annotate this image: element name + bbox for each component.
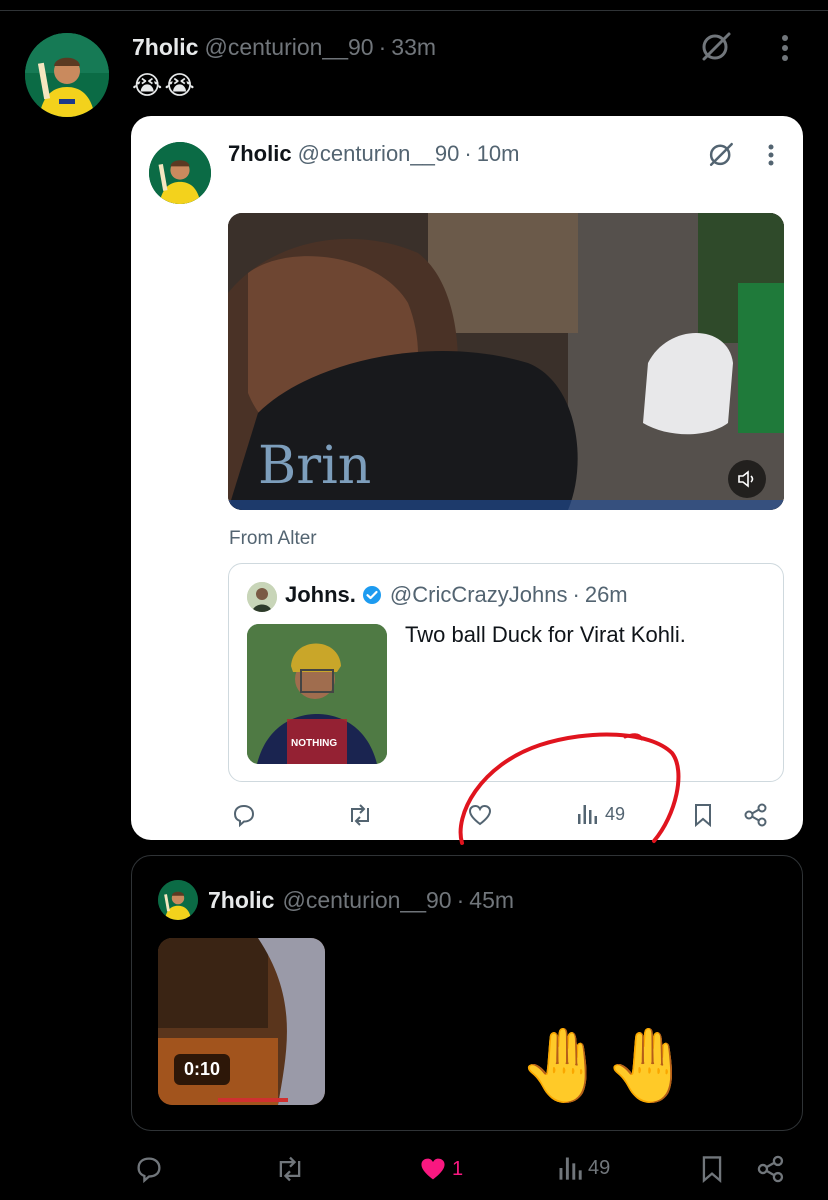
svg-text:Brin: Brin	[258, 436, 371, 496]
embedded-tweet-text: Two ball Duck for Virat Kohli.	[405, 622, 686, 647]
separator-dot: ·	[456, 887, 465, 913]
video-player[interactable]: Brin	[228, 213, 784, 510]
views-button[interactable]: 49	[556, 1154, 610, 1182]
volume-icon[interactable]	[728, 460, 766, 498]
author-name[interactable]: 7holic	[208, 887, 274, 914]
embedded-header: Johns. @CricCrazyJohns · 26m	[285, 582, 628, 608]
author-handle[interactable]: @centurion__90	[298, 141, 460, 167]
more-options-icon[interactable]	[770, 30, 800, 66]
top-divider	[0, 10, 828, 11]
embedded-quote-card[interactable]: Johns. @CricCrazyJohns · 26m NOTHING Two…	[228, 563, 784, 782]
share-icon	[744, 803, 767, 827]
repost-icon	[279, 1156, 301, 1182]
heart-icon	[468, 804, 492, 826]
quote-action-bar: 49	[131, 798, 803, 834]
avatar[interactable]	[247, 582, 277, 612]
timestamp[interactable]: 33m	[391, 34, 436, 61]
separator-dot: ·	[572, 582, 580, 607]
repost-button[interactable]	[274, 1154, 306, 1184]
views-button[interactable]: 49	[575, 802, 625, 826]
heart-filled-icon	[421, 1158, 445, 1180]
timestamp[interactable]: 26m	[585, 582, 628, 608]
reply-icon	[233, 804, 255, 828]
avatar[interactable]	[25, 33, 109, 117]
views-count: 49	[588, 1156, 611, 1179]
author-handle[interactable]: @CricCrazyJohns	[390, 582, 568, 608]
views-count: 49	[605, 803, 626, 824]
separator-dot: ·	[378, 34, 387, 60]
video-thumbnail[interactable]: 0:10	[158, 938, 325, 1105]
embedded-media-thumbnail[interactable]: NOTHING	[247, 624, 387, 764]
bookmark-icon	[695, 804, 711, 828]
views-icon	[559, 1157, 582, 1180]
like-count: 1	[452, 1157, 464, 1180]
separator-dot: ·	[464, 141, 472, 166]
bookmark-icon	[702, 1156, 722, 1184]
author-name[interactable]: 7holic	[228, 141, 292, 167]
share-button[interactable]	[743, 802, 769, 828]
reply-icon	[137, 1157, 161, 1184]
timestamp[interactable]: 10m	[477, 141, 520, 167]
avatar[interactable]	[158, 880, 198, 920]
tweet-action-bar: 1 49	[0, 1150, 828, 1190]
author-handle[interactable]: @centurion__90	[282, 887, 451, 914]
reply-button[interactable]	[231, 802, 257, 828]
quoted-tweet-card-2[interactable]: 7holic @centurion__90 · 45m 0:10 🤚🤚	[131, 855, 803, 1131]
repost-button[interactable]	[346, 802, 374, 828]
like-button[interactable]	[467, 802, 493, 828]
reply-button[interactable]	[134, 1154, 164, 1184]
share-button[interactable]	[756, 1154, 786, 1184]
share-icon	[757, 1155, 784, 1183]
quote-text: 🤚🤚	[518, 1026, 693, 1106]
author-handle[interactable]: @centurion__90	[204, 34, 373, 61]
quote-header: 7holic @centurion__90 · 45m	[208, 887, 514, 914]
like-button[interactable]: 1	[418, 1154, 463, 1184]
repost-icon	[351, 804, 369, 826]
quote-header: 7holic @centurion__90 · 10m	[228, 141, 519, 167]
grok-icon[interactable]	[703, 136, 739, 172]
author-name[interactable]: 7holic	[132, 34, 198, 61]
source-label[interactable]: From Alter	[229, 528, 317, 550]
tweet-text: 😭😭	[132, 70, 197, 100]
verified-badge-icon	[362, 585, 382, 605]
svg-text:NOTHING: NOTHING	[291, 738, 337, 749]
video-duration-badge: 0:10	[174, 1054, 231, 1085]
avatar[interactable]	[149, 142, 211, 204]
bookmark-button[interactable]	[698, 1154, 726, 1184]
bookmark-button[interactable]	[691, 802, 715, 828]
quoted-tweet-card[interactable]: 7holic @centurion__90 · 10m Brin From Al…	[131, 116, 803, 840]
tweet-header: 7holic @centurion__90 · 33m	[132, 34, 436, 61]
author-name[interactable]: Johns.	[285, 582, 356, 608]
video-frame: Brin	[228, 213, 784, 510]
grok-icon[interactable]	[696, 26, 736, 66]
views-icon	[578, 805, 597, 824]
more-options-icon[interactable]	[759, 140, 783, 170]
timestamp[interactable]: 45m	[469, 887, 514, 914]
